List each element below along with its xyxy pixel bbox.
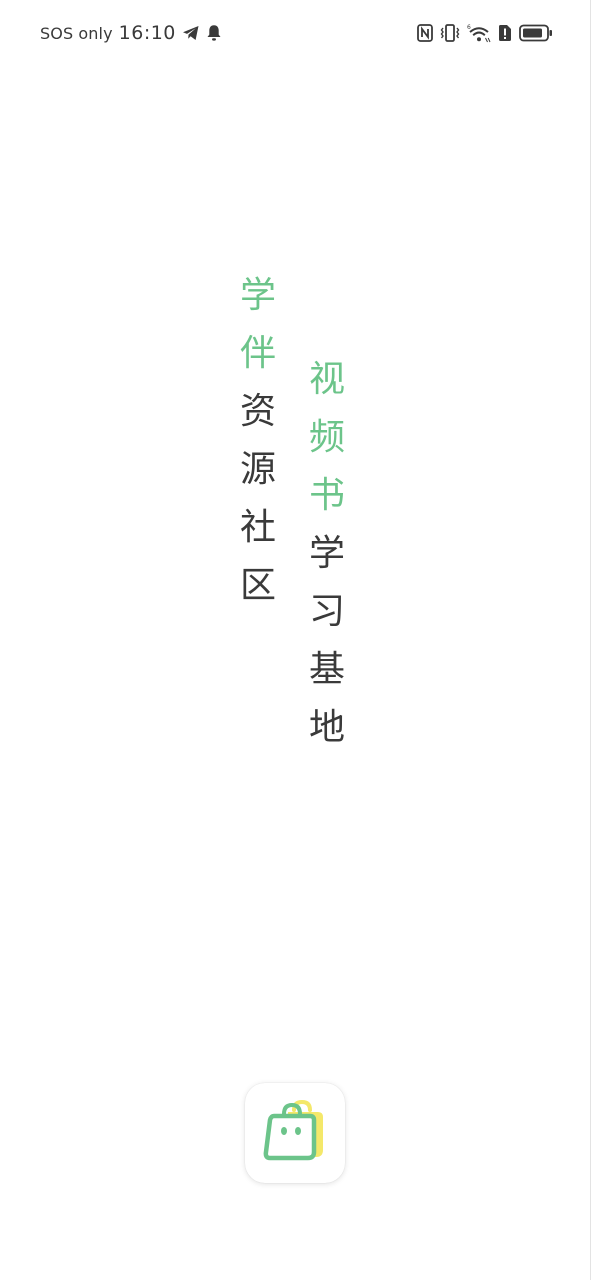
slogan-char: 频 [308,417,345,458]
slogan-char: 社 [239,507,276,548]
bell-icon [206,24,222,42]
slogan-char: 视 [308,359,345,400]
vibrate-icon [440,24,460,42]
slogan-char: 伴 [239,333,276,374]
slogan-char: 地 [308,707,345,748]
bag-icon [260,1096,330,1170]
clock: 16:10 [118,22,176,44]
slogan-char: 区 [239,565,276,606]
slogan-char: 书 [308,475,345,516]
slogan-char: 学 [239,275,276,316]
battery-icon [519,24,553,42]
status-right: 6 [417,20,553,46]
carrier-label: SOS only [40,23,113,43]
slogan-char: 资 [239,391,276,432]
slogan-column-right: 视 频 书 学 习 基 地 [305,351,349,757]
slogan-column-left: 学 伴 资 源 社 区 [236,267,280,615]
slogan-char: 源 [239,449,276,490]
svg-text:6: 6 [467,24,471,31]
nfc-icon [417,24,433,42]
telegram-icon [182,25,200,41]
slogan-char: 习 [308,591,345,632]
slogan-char: 学 [308,533,345,574]
sim-alert-icon [498,24,512,42]
status-left: SOS only 16:10 [40,20,222,46]
slogan-char: 基 [308,649,345,690]
wifi-icon: 6 [467,23,491,43]
status-bar: SOS only 16:10 6 [0,0,591,66]
app-logo [245,1083,345,1183]
